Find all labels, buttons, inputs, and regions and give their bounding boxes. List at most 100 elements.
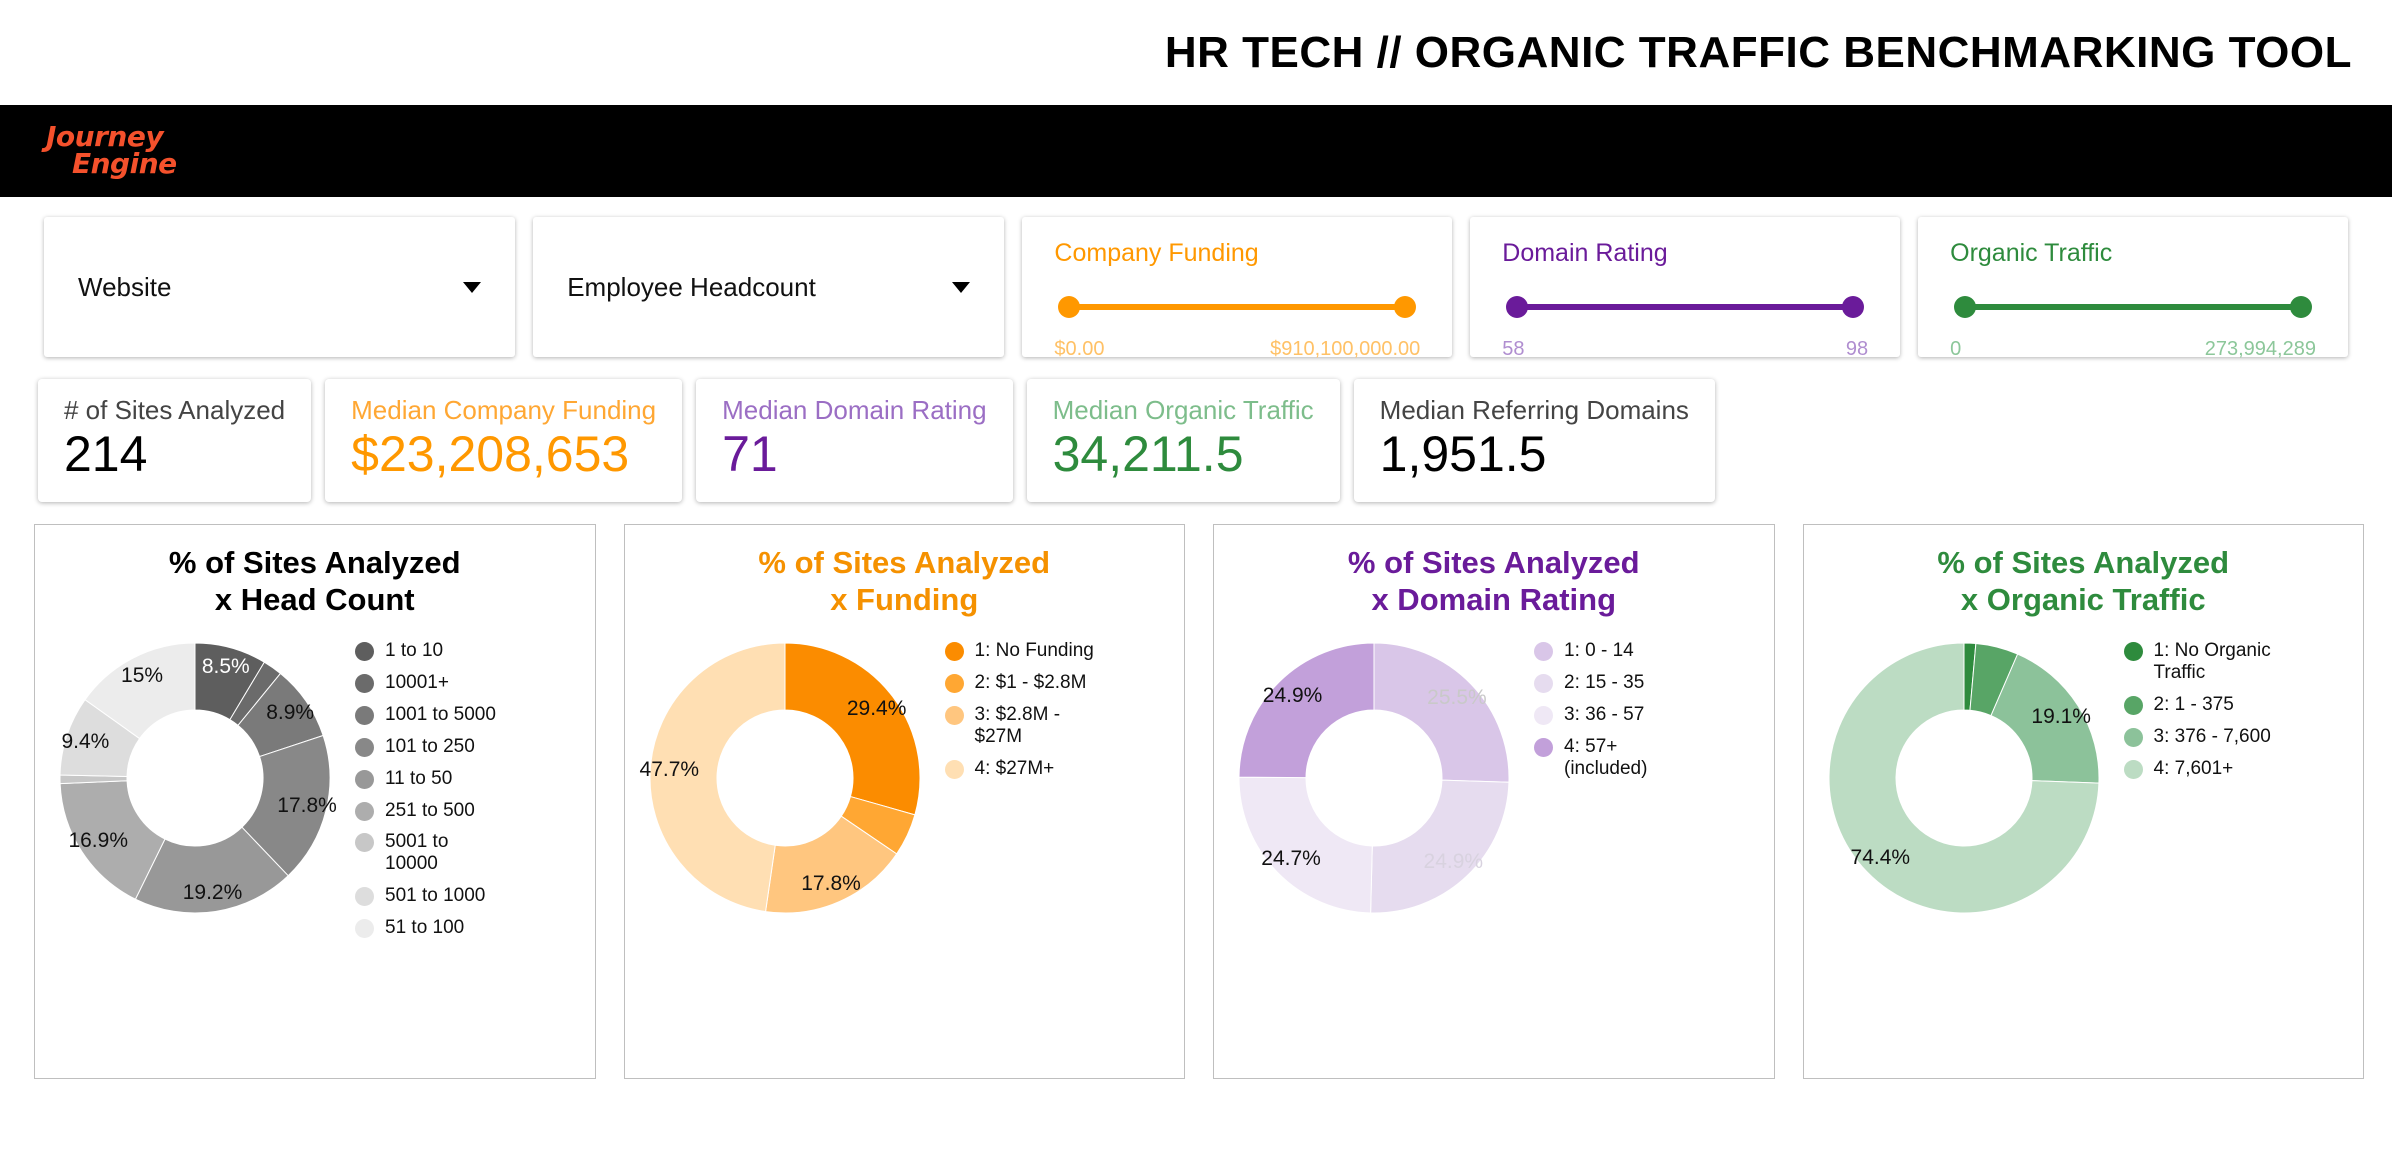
- legend-label: 11 to 50: [385, 767, 453, 789]
- slider-range: $0.00 $910,100,000.00: [1054, 338, 1420, 361]
- legend-item[interactable]: 10001+: [355, 672, 496, 694]
- slider-handle-min[interactable]: [1954, 296, 1977, 318]
- legend-swatch-icon: [355, 887, 374, 907]
- kpi-card-median-referring-domains: Median Referring Domains 1,951.5: [1353, 379, 1715, 503]
- pie-slice[interactable]: [1238, 776, 1373, 914]
- pie-slice[interactable]: [648, 642, 785, 913]
- legend-item[interactable]: 2: $1 - $2.8M: [944, 672, 1094, 694]
- legend-item[interactable]: 3: 376 - 7,600: [2123, 725, 2271, 748]
- slider-handle-max[interactable]: [2289, 296, 2312, 318]
- legend-item[interactable]: 5001 to 10000: [355, 831, 496, 875]
- select-value: Website: [78, 271, 172, 302]
- kpi-label: Median Domain Rating: [722, 395, 987, 425]
- chart-legend: 1: No Organic Traffic 2: 1 - 375 3: 376 - …: [2123, 630, 2271, 789]
- legend-item[interactable]: 1: 0 - 14: [1534, 640, 1647, 662]
- legend-item[interactable]: 2: 15 - 35: [1534, 672, 1647, 694]
- legend-label: 1 to 10: [385, 640, 444, 662]
- legend-item[interactable]: 251 to 500: [355, 800, 496, 822]
- slider-handle-max[interactable]: [1842, 296, 1865, 318]
- slider-range: 0 273,994,289: [1950, 338, 2316, 361]
- chart-body: 29.4% 17.8% 47.7% 1: No Funding 2: $1 - $2.8…: [625, 618, 1185, 925]
- chart-title: % of Sites Analyzed x Domain Rating: [1347, 545, 1640, 617]
- legend-item[interactable]: 1001 to 5000: [355, 704, 496, 726]
- filter-slider-domain-rating[interactable]: Domain Rating 58 98: [1470, 217, 1901, 360]
- pie-slice[interactable]: [1373, 642, 1510, 784]
- legend-label: 4: $27M+: [974, 757, 1055, 779]
- filter-slider-organic-traffic[interactable]: Organic Traffic 0 273,994,289: [1918, 217, 2348, 360]
- legend-item[interactable]: 4: 57+ (included): [1534, 736, 1647, 780]
- kpi-value: 71: [722, 426, 778, 483]
- legend-swatch-icon: [1534, 674, 1553, 694]
- chart-legend: 1 to 10 10001+ 1001 to 5000 101 to 250 11 to…: [355, 630, 496, 948]
- chart-title: % of Sites Analyzed x Head Count: [168, 545, 461, 617]
- chart-body: 19.1% 74.4% 1: No Organic Traffic 2: 1 - 37…: [1804, 618, 2364, 925]
- legend-item[interactable]: 2: 1 - 375: [2123, 694, 2271, 716]
- slider-handle-min[interactable]: [1506, 296, 1529, 318]
- legend-swatch-icon: [2123, 642, 2143, 662]
- chart-body: 25.5% 24.9% 24.7% 24.9% 1: 0 - 14 2: 15 - 35 3…: [1214, 618, 1774, 925]
- slider-max-label: 98: [1845, 338, 1869, 360]
- slider-track-wrap[interactable]: [1506, 296, 1865, 318]
- filter-select-website[interactable]: Website: [44, 217, 516, 357]
- legend-item[interactable]: 501 to 1000: [355, 885, 496, 907]
- legend-label: 10001+: [385, 672, 449, 694]
- slider-track-wrap[interactable]: [1058, 296, 1417, 318]
- slider-track[interactable]: [1067, 304, 1408, 310]
- legend-label: 51 to 100: [385, 916, 465, 938]
- legend-label: 2: 15 - 35: [1564, 672, 1645, 694]
- page-title: HR TECH // ORGANIC TRAFFIC BENCHMARKING …: [1164, 27, 2352, 77]
- kpi-value: 34,211.5: [1052, 426, 1244, 483]
- slider-label: Company Funding: [1054, 239, 1259, 267]
- legend-item[interactable]: 11 to 50: [355, 768, 496, 790]
- legend-label: 5001 to 10000: [385, 831, 449, 875]
- legend-item[interactable]: 1: No Organic Traffic: [2123, 640, 2271, 684]
- legend-item[interactable]: 1 to 10: [355, 640, 496, 662]
- legend-swatch-icon: [355, 769, 374, 789]
- legend-item[interactable]: 4: $27M+: [944, 757, 1094, 780]
- pie-slice[interactable]: [1370, 779, 1510, 914]
- pie-slice[interactable]: [784, 642, 920, 816]
- legend-item[interactable]: 1: No Funding: [944, 640, 1094, 662]
- filter-select-employee-headcount[interactable]: Employee Headcount: [533, 217, 1005, 357]
- legend-swatch-icon: [1534, 737, 1553, 757]
- select-value: Employee Headcount: [567, 271, 816, 302]
- kpi-label: Median Organic Traffic: [1052, 395, 1314, 425]
- chart-title: % of Sites Analyzed x Funding: [758, 545, 1051, 617]
- chart-card-domain-rating: % of Sites Analyzed x Domain Rating 25.5%…: [1213, 524, 1775, 1080]
- slider-label: Organic Traffic: [1950, 239, 2113, 267]
- legend-swatch-icon: [355, 706, 374, 726]
- legend-label: 3: $2.8M - $27M: [974, 704, 1061, 747]
- chart-card-organic-traffic: % of Sites Analyzed x Organic Traffic 19.…: [1802, 524, 2364, 1080]
- page-header: HR TECH // ORGANIC TRAFFIC BENCHMARKING …: [0, 0, 2392, 105]
- legend-item[interactable]: 3: $2.8M - $27M: [944, 704, 1094, 748]
- filter-slider-company-funding[interactable]: Company Funding $0.00 $910,100,000.00: [1022, 217, 1453, 360]
- legend-item[interactable]: 4: 7,601+: [2123, 758, 2271, 780]
- legend-swatch-icon: [944, 759, 964, 779]
- slider-track[interactable]: [1963, 304, 2303, 310]
- chevron-down-icon[interactable]: [952, 281, 971, 293]
- slider-track[interactable]: [1515, 304, 1856, 310]
- legend-swatch-icon: [2123, 727, 2143, 747]
- chevron-down-icon[interactable]: [463, 281, 482, 293]
- legend-label: 1: 0 - 14: [1564, 640, 1634, 662]
- slider-track-wrap[interactable]: [1954, 296, 2312, 318]
- legend-swatch-icon: [2123, 696, 2143, 716]
- legend-label: 3: 376 - 7,600: [2153, 725, 2271, 747]
- legend-swatch-icon: [944, 674, 964, 694]
- slider-handle-min[interactable]: [1058, 296, 1081, 318]
- chart-legend: 1: No Funding 2: $1 - $2.8M 3: $2.8M - $27…: [944, 630, 1094, 789]
- slider-handle-max[interactable]: [1394, 296, 1417, 318]
- chart-legend: 1: 0 - 14 2: 15 - 35 3: 36 - 57 4: 57+ (inc…: [1534, 630, 1647, 789]
- legend-label: 501 to 1000: [385, 885, 486, 907]
- pie-slice[interactable]: [1238, 642, 1375, 779]
- kpi-value: $23,208,653: [351, 426, 630, 483]
- legend-item[interactable]: 3: 36 - 57: [1534, 704, 1647, 726]
- donut-chart: 8.5% 8.9% 17.8% 19.2% 16.9% 9.4% 15%: [45, 630, 355, 925]
- legend-item[interactable]: 51 to 100: [355, 917, 496, 939]
- journey-engine-logo: Journey Engine: [46, 123, 177, 177]
- kpi-label: Median Referring Domains: [1379, 395, 1689, 425]
- legend-swatch-icon: [1534, 642, 1553, 662]
- legend-item[interactable]: 101 to 250: [355, 736, 496, 758]
- kpi-card-median-domain-rating: Median Domain Rating 71: [696, 379, 1013, 503]
- kpi-label: Median Company Funding: [351, 395, 657, 425]
